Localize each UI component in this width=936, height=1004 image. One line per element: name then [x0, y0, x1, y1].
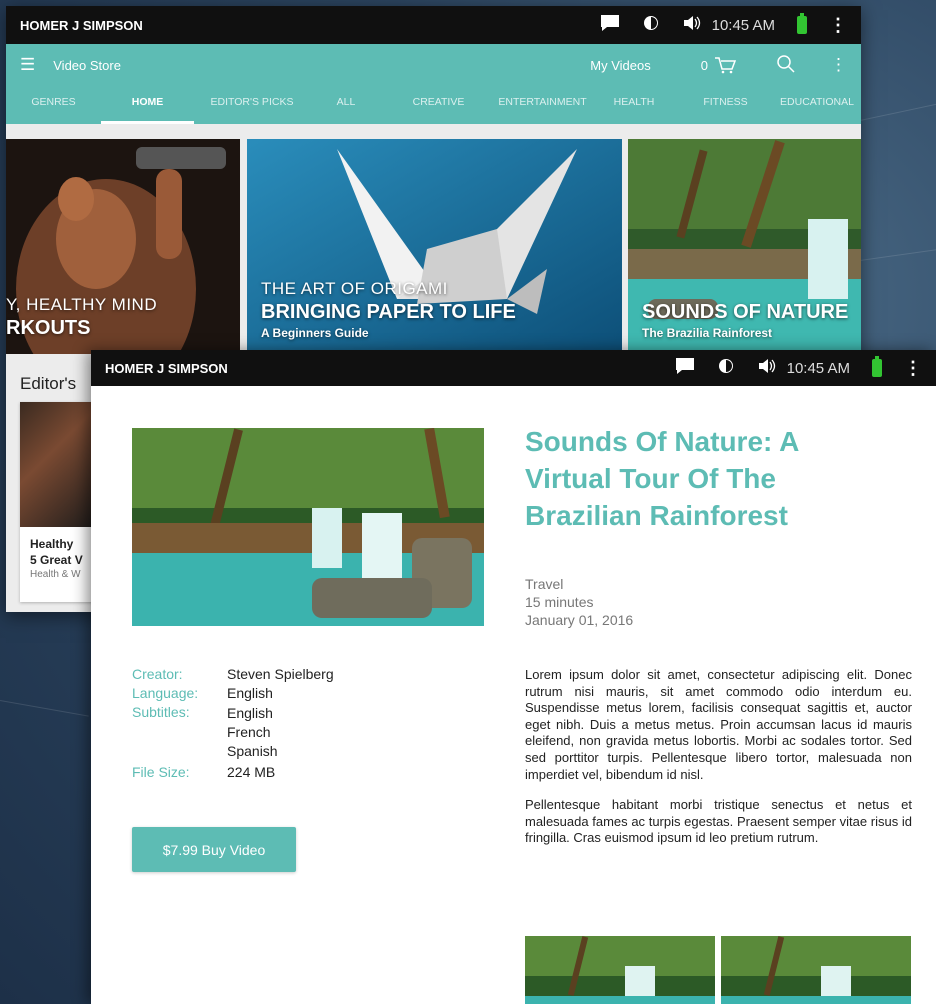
- brightness-icon[interactable]: [642, 14, 660, 37]
- language-row: Language: English: [132, 685, 334, 701]
- creator-row: Creator: Steven Spielberg: [132, 666, 334, 682]
- app-bar: ☰ Video Store My Videos 0 ⋮: [6, 44, 861, 86]
- hero-caption: SOUNDS OF NATURE The Brazilia Rainforest: [642, 299, 848, 340]
- creator-value: Steven Spielberg: [227, 666, 334, 682]
- subtitle-item: English: [227, 705, 273, 721]
- status-bar: HOMER J SIMPSON 10:45 AM ⋮: [91, 350, 936, 386]
- tab-all[interactable]: ALL: [310, 86, 382, 124]
- brightness-icon[interactable]: [717, 357, 735, 380]
- video-date: January 01, 2016: [525, 612, 634, 628]
- hero-line2: SOUNDS OF NATURE: [642, 301, 849, 323]
- clock: 10:45 AM: [711, 16, 775, 34]
- cart-icon: [715, 57, 736, 74]
- language-value: English: [227, 685, 273, 701]
- hero-line1: THE ART OF ORIGAMI: [261, 279, 448, 298]
- subtitles-list: English French Spanish: [227, 704, 278, 761]
- chat-icon[interactable]: [675, 357, 695, 380]
- video-title: Sounds Of Nature: A Virtual Tour Of The …: [525, 426, 799, 531]
- category-tabs: GENRES HOME EDITOR'S PICKS ALL CREATIVE …: [6, 86, 861, 124]
- background-streak: [859, 243, 936, 261]
- card-title-line1: Healthy: [30, 537, 74, 551]
- cart-count: 0: [700, 57, 708, 73]
- buy-video-button[interactable]: $7.99 Buy Video: [132, 827, 296, 872]
- creator-label: Creator:: [132, 666, 183, 682]
- featured-workouts[interactable]: Y, HEALTHY MIND RKOUTS: [6, 139, 240, 354]
- hero-line2: RKOUTS: [6, 317, 91, 339]
- my-videos-link[interactable]: My Videos: [590, 58, 650, 73]
- battery-icon: [797, 13, 807, 34]
- hero-caption: Y, HEALTHY MIND RKOUTS: [6, 295, 157, 340]
- user-name: HOMER J SIMPSON: [20, 17, 143, 33]
- overflow-menu-icon[interactable]: ⋮: [829, 16, 847, 34]
- tab-educational[interactable]: EDUCATIONAL: [773, 86, 861, 124]
- hero-line3: The Brazilia Rainforest: [642, 326, 773, 340]
- hero-caption: THE ART OF ORIGAMI BRINGING PAPER TO LIF…: [261, 279, 516, 340]
- tab-creative[interactable]: CREATIVE: [382, 86, 495, 124]
- editors-picks-heading: Editor's: [20, 374, 77, 393]
- overflow-menu-icon[interactable]: ⋮: [904, 359, 922, 377]
- hero-line1: Y, HEALTHY MIND: [6, 295, 158, 314]
- hero-line3: A Beginners Guide: [261, 326, 369, 340]
- chat-icon[interactable]: [600, 14, 620, 37]
- search-icon[interactable]: [776, 54, 796, 77]
- tab-home[interactable]: HOME: [101, 86, 194, 124]
- tab-health[interactable]: HEALTH: [590, 86, 678, 124]
- subtitle-item: Spanish: [227, 743, 278, 759]
- video-duration: 15 minutes: [525, 594, 594, 610]
- card-category: Health & W: [30, 569, 81, 580]
- status-bar: HOMER J SIMPSON 10:45 AM ⋮: [6, 6, 861, 44]
- volume-icon[interactable]: [757, 357, 777, 380]
- filesize-value: 224 MB: [227, 764, 276, 780]
- preview-thumbnail[interactable]: [721, 936, 911, 1004]
- video-category: Travel: [525, 576, 564, 592]
- cart-button[interactable]: 0: [701, 56, 736, 74]
- description-paragraph: Pellentesque habitant morbi tristique se…: [525, 797, 912, 846]
- tab-editors-picks[interactable]: EDITOR'S PICKS: [194, 86, 310, 124]
- video-detail-window: HOMER J SIMPSON 10:45 AM ⋮ Creator: Stev…: [91, 350, 936, 1004]
- subtitles-label: Subtitles:: [132, 704, 190, 720]
- hamburger-menu-icon[interactable]: ☰: [20, 55, 35, 75]
- video-meta: Travel 15 minutes January 01, 2016: [525, 575, 633, 629]
- tab-fitness[interactable]: FITNESS: [678, 86, 773, 124]
- clock: 10:45 AM: [786, 359, 850, 377]
- filesize-row: File Size: 224 MB: [132, 764, 334, 780]
- appbar-overflow-icon[interactable]: ⋮: [830, 55, 847, 75]
- featured-nature[interactable]: SOUNDS OF NATURE The Brazilia Rainforest: [628, 139, 861, 354]
- video-details: Creator: Steven Spielberg Language: Engl…: [132, 666, 334, 783]
- preview-thumbnail[interactable]: [525, 936, 715, 1004]
- video-cover-image: [132, 428, 484, 626]
- featured-carousel: Y, HEALTHY MIND RKOUTS THE ART OF ORIGAM…: [6, 139, 861, 354]
- tab-entertainment[interactable]: ENTERTAINMENT: [495, 86, 590, 124]
- card-thumbnail: [20, 402, 100, 527]
- language-label: Language:: [132, 685, 199, 701]
- battery-icon: [872, 356, 882, 377]
- hero-line2: BRINGING PAPER TO LIFE: [261, 301, 516, 323]
- app-title: Video Store: [53, 57, 121, 73]
- subtitle-item: French: [227, 724, 271, 740]
- tab-genres[interactable]: GENRES: [6, 86, 101, 124]
- video-description: Lorem ipsum dolor sit amet, consectetur …: [525, 667, 912, 861]
- background-streak: [859, 95, 936, 121]
- background-streak: [0, 700, 89, 717]
- user-name: HOMER J SIMPSON: [105, 360, 228, 376]
- description-paragraph: Lorem ipsum dolor sit amet, consectetur …: [525, 667, 912, 782]
- video-card[interactable]: Healthy 5 Great V Health & W: [20, 402, 100, 602]
- card-title-line2: 5 Great V: [30, 553, 83, 567]
- volume-icon[interactable]: [682, 14, 702, 37]
- subtitles-row: Subtitles: English French Spanish: [132, 704, 334, 761]
- filesize-label: File Size:: [132, 764, 190, 780]
- featured-origami[interactable]: THE ART OF ORIGAMI BRINGING PAPER TO LIF…: [247, 139, 622, 354]
